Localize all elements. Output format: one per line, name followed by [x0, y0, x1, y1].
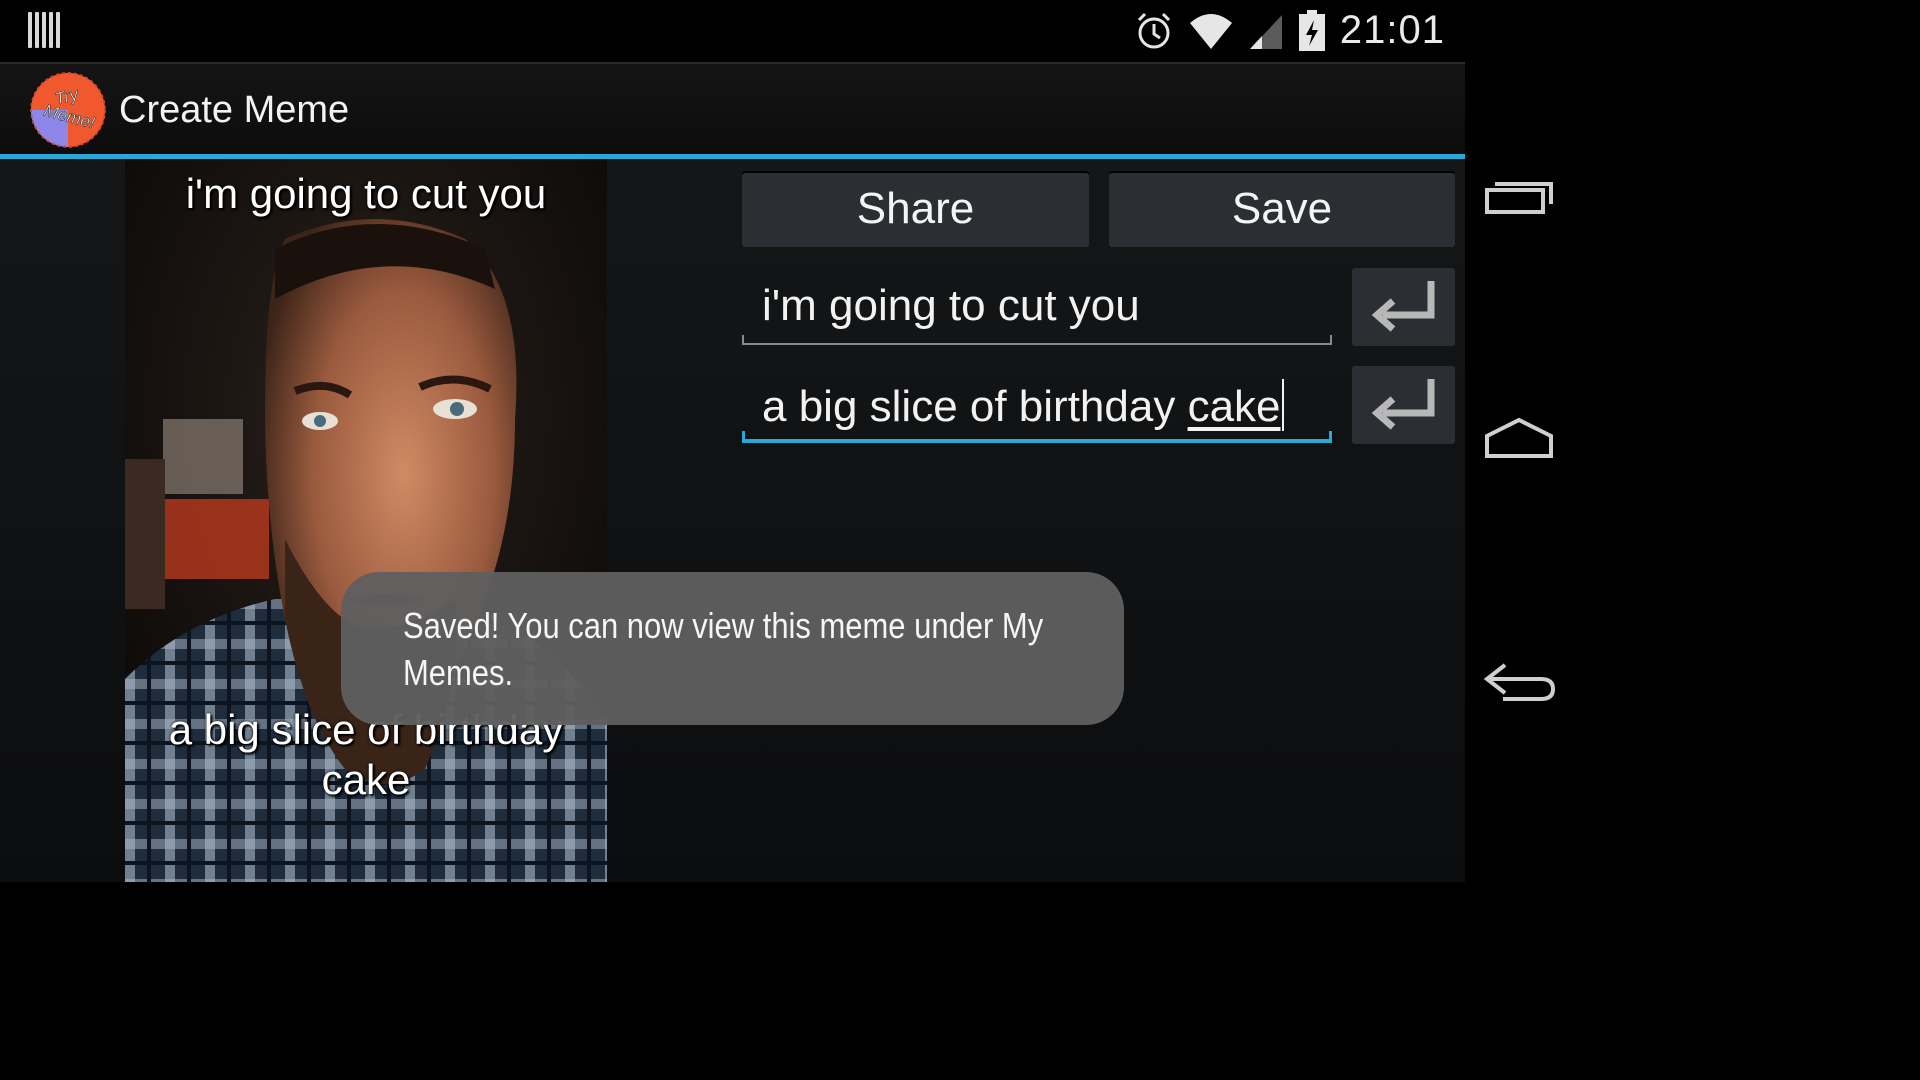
signal-icon [1249, 14, 1282, 49]
app-logo-icon[interactable]: Try Meme! [30, 72, 106, 148]
saved-toast: Saved! You can now view this meme under … [341, 572, 1124, 725]
recent-apps-icon[interactable] [1481, 166, 1556, 226]
alarm-icon [1137, 12, 1170, 48]
back-icon[interactable] [1481, 655, 1556, 715]
notification-icon [28, 12, 60, 48]
meme-top-caption: i'm going to cut you [185, 170, 547, 217]
status-bar: 21:01 [0, 0, 1465, 62]
navigation-bar [1465, 0, 1568, 882]
composing-word: cake [1187, 382, 1281, 431]
bottom-text-field[interactable]: a big slice of birthday cake [742, 371, 1332, 443]
save-button[interactable]: Save [1109, 171, 1455, 247]
enter-icon [1371, 281, 1434, 332]
status-icons: 21:01 [1134, 8, 1445, 53]
text-cursor [1281, 379, 1284, 431]
toast-message: Saved! You can now view this meme under … [403, 605, 1044, 693]
bottom-text-value: a big slice of birthday cake [762, 379, 1284, 432]
meme-preview: i'm going to cut you a big slice of birt… [125, 159, 607, 882]
apply-top-text-button[interactable] [1352, 268, 1455, 346]
action-bar: Try Meme! Create Meme [0, 64, 1465, 154]
home-icon[interactable] [1481, 410, 1556, 470]
enter-icon [1371, 379, 1434, 430]
wifi-icon [1189, 13, 1232, 49]
top-text-value: i'm going to cut you [762, 281, 1140, 330]
battery-charging-icon [1298, 9, 1325, 51]
page-title: Create Meme [119, 89, 350, 131]
main-content: i'm going to cut you a big slice of birt… [0, 159, 1465, 882]
apply-bottom-text-button[interactable] [1352, 366, 1455, 444]
top-text-field[interactable]: i'm going to cut you [742, 273, 1332, 345]
share-button[interactable]: Share [742, 171, 1089, 247]
clock: 21:01 [1339, 8, 1445, 52]
